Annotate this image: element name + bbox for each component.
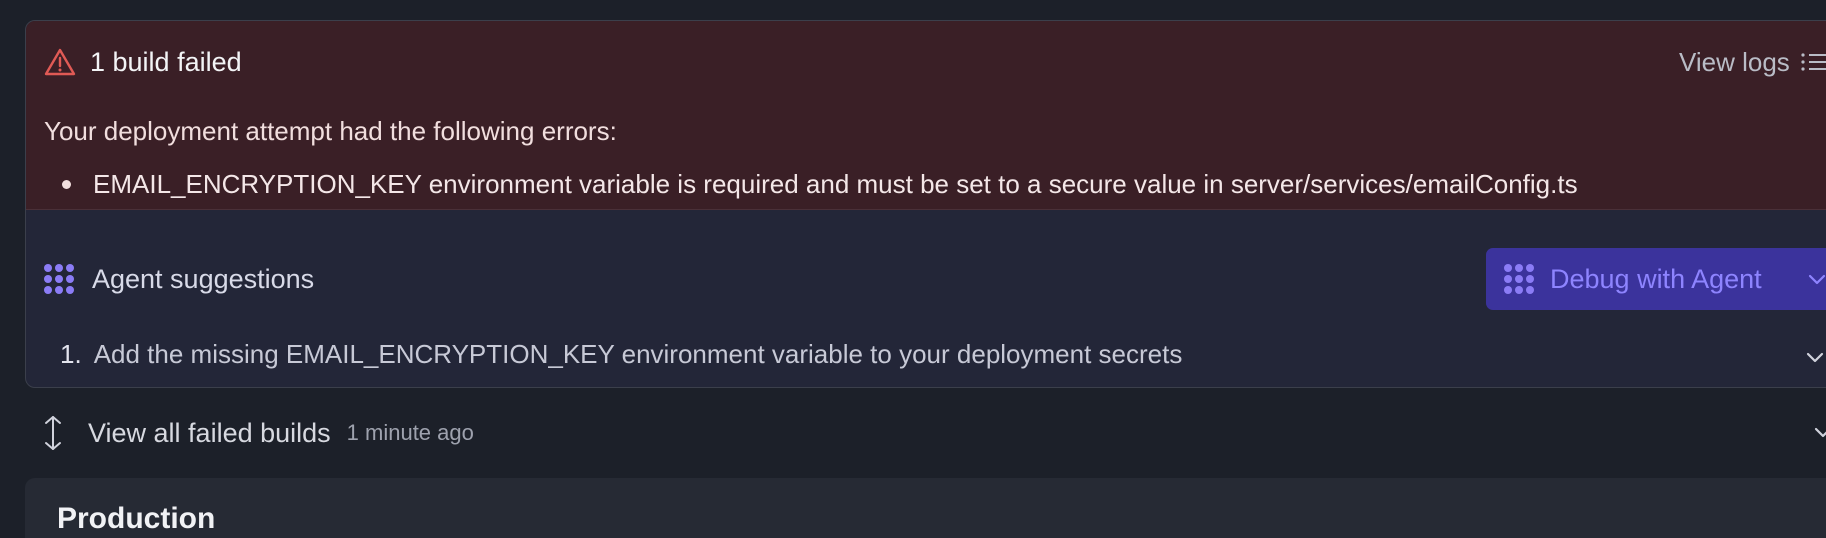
error-item-text: EMAIL_ENCRYPTION_KEY environment variabl… [93, 169, 1578, 199]
list-icon [1801, 53, 1826, 71]
chevron-down-icon[interactable] [1804, 346, 1826, 368]
debug-with-agent-label: Debug with Agent [1550, 263, 1762, 294]
suggestion-item[interactable]: 1. Add the missing EMAIL_ENCRYPTION_KEY … [60, 339, 1182, 370]
suggestion-number: 1. [60, 339, 82, 369]
suggestion-text: Add the missing EMAIL_ENCRYPTION_KEY env… [93, 339, 1183, 369]
view-logs-link[interactable]: View logs [1679, 45, 1826, 79]
error-list-item: EMAIL_ENCRYPTION_KEY environment variabl… [62, 169, 1578, 200]
agent-icon [1504, 264, 1534, 294]
chevron-down-icon[interactable] [1812, 421, 1826, 443]
production-card: Production [25, 478, 1826, 538]
failed-builds-label: View all failed builds [88, 417, 331, 448]
agent-suggestions-title: Agent suggestions [92, 263, 315, 294]
debug-with-agent-button[interactable]: Debug with Agent [1486, 248, 1826, 310]
view-logs-label: View logs [1679, 46, 1790, 77]
error-intro-text: Your deployment attempt had the followin… [44, 116, 617, 146]
view-all-failed-builds[interactable]: View all failed builds 1 minute ago [40, 412, 474, 454]
agent-icon [44, 264, 74, 294]
expand-vertical-icon [45, 416, 61, 450]
warning-triangle-icon [44, 48, 76, 76]
failed-builds-time: 1 minute ago [346, 420, 474, 445]
build-error-title: 1 build failed [90, 46, 242, 77]
bullet-dot [62, 180, 71, 189]
build-error-panel: 1 build failed View logs Your deployment… [26, 21, 1826, 210]
production-title: Production [57, 502, 216, 535]
build-error-card: 1 build failed View logs Your deployment… [25, 20, 1826, 388]
agent-suggestions-header: Agent suggestions [42, 259, 314, 299]
build-error-header: 1 build failed [44, 45, 242, 79]
chevron-down-icon[interactable] [1806, 268, 1826, 290]
